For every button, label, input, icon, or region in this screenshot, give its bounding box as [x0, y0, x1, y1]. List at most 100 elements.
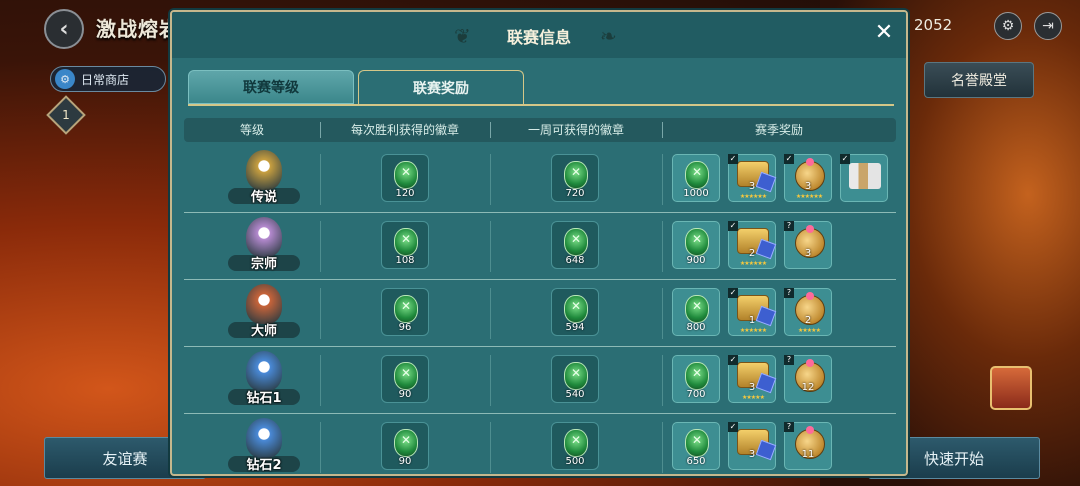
column-divider	[490, 355, 491, 406]
rank-cell: 钻石2	[218, 418, 310, 474]
per-week-badge: 594	[551, 288, 599, 336]
column-divider	[490, 221, 491, 272]
extra-reward[interactable]: ✓	[840, 154, 888, 202]
leaf-ornament-right-icon: ❧	[600, 24, 617, 48]
badge-gem-icon	[564, 429, 588, 457]
reward-status-icon: ?	[784, 422, 794, 432]
badge-gem-icon	[685, 295, 709, 323]
badge-gem-icon	[685, 161, 709, 189]
tab-league-level[interactable]: 联赛等级	[188, 70, 354, 104]
table-row: 宗师 108 648 900 2★★★★★★ ✓ 3?	[184, 213, 896, 280]
reward-count: 3	[804, 181, 812, 192]
reward-status-icon: ✓	[840, 154, 850, 164]
reward-count: 3	[748, 382, 756, 393]
exit-icon[interactable]: ⇥	[1034, 12, 1062, 40]
rank-name: 大师	[250, 324, 277, 339]
season-badge-value: 650	[686, 456, 706, 467]
reward-status-icon: ✓	[728, 422, 738, 432]
badge-gem-icon	[394, 295, 418, 323]
chest-reward-b[interactable]: 12?	[784, 355, 832, 403]
column-divider	[662, 221, 663, 272]
rank-cell: 大师	[218, 284, 310, 344]
daily-shop-button[interactable]: ⚙ 日常商店	[50, 66, 166, 92]
header-per-win: 每次胜利获得的徽章	[350, 123, 459, 137]
reward-status-icon: ✓	[784, 154, 794, 164]
star-rating: ★★★★★	[798, 327, 821, 334]
per-week-badge: 540	[551, 355, 599, 403]
per-week-badge: 648	[551, 221, 599, 269]
column-divider	[662, 355, 663, 406]
star-rating: ★★★★★★	[739, 193, 767, 200]
gold-count: 2052	[914, 16, 953, 34]
honor-hall-tab[interactable]: 名誉殿堂	[924, 62, 1034, 98]
back-button[interactable]: ‹	[44, 9, 84, 49]
level-badge: 1	[46, 95, 86, 135]
per-week-value: 540	[565, 389, 585, 400]
badge-gem-icon	[685, 362, 709, 390]
rank-emblem-icon	[246, 284, 282, 324]
treasure-chest-icon[interactable]	[990, 366, 1032, 410]
reward-count: 11	[801, 449, 815, 460]
settings-icon[interactable]: ⚙	[994, 12, 1022, 40]
chest-reward-a[interactable]: 3 ★★★★★ ✓	[728, 355, 776, 403]
season-badge-reward: 900	[672, 221, 720, 269]
badge-gem-icon	[564, 295, 588, 323]
per-win-badge: 90	[381, 422, 429, 470]
rank-emblem-icon	[246, 150, 282, 190]
rank-emblem-icon	[246, 217, 282, 257]
season-badge-value: 900	[686, 255, 706, 266]
chest-reward-a[interactable]: 2 ★★★★★★ ✓	[728, 221, 776, 269]
chest-reward-b[interactable]: 2 ★★★★★?	[784, 288, 832, 336]
tab-underline	[188, 104, 894, 106]
rank-cell: 钻石1	[218, 351, 310, 411]
column-divider	[490, 288, 491, 339]
chest-reward-a[interactable]: 3 ★★★★★★ ✓	[728, 154, 776, 202]
close-icon[interactable]: ✕	[872, 20, 896, 45]
table-header: 等级 每次胜利获得的徽章 一周可获得的徽章 赛季奖励	[184, 118, 896, 142]
chest-reward-b[interactable]: 11?	[784, 422, 832, 470]
reward-status-icon: ✓	[728, 154, 738, 164]
rank-cell: 传说	[218, 150, 310, 210]
chest-reward-b[interactable]: 3?	[784, 221, 832, 269]
badge-gem-icon	[685, 228, 709, 256]
per-week-value: 648	[565, 255, 585, 266]
tab-league-rewards[interactable]: 联赛奖励	[358, 70, 524, 104]
badge-gem-icon	[394, 161, 418, 189]
reward-count: 2	[748, 248, 756, 259]
reward-status-icon: ✓	[728, 288, 738, 298]
column-divider	[320, 288, 321, 339]
modal-title: 联赛信息	[506, 28, 571, 47]
season-badge-value: 700	[686, 389, 706, 400]
per-win-badge: 120	[381, 154, 429, 202]
reward-status-icon: ?	[784, 221, 794, 231]
per-win-badge: 108	[381, 221, 429, 269]
per-week-value: 720	[565, 188, 585, 199]
star-rating: ★★★★★★	[739, 327, 767, 334]
column-divider	[662, 288, 663, 339]
header-per-week: 一周可获得的徽章	[527, 123, 624, 137]
badge-gem-icon	[564, 362, 588, 390]
badge-gem-icon	[564, 228, 588, 256]
reward-status-icon: ?	[784, 288, 794, 298]
per-win-value: 120	[395, 188, 415, 199]
badge-gem-icon	[685, 429, 709, 457]
per-win-value: 108	[395, 255, 415, 266]
badge-gem-icon	[394, 362, 418, 390]
rank-emblem-icon	[246, 351, 282, 391]
per-week-value: 500	[565, 456, 585, 467]
badge-gem-icon	[394, 429, 418, 457]
daily-shop-label: 日常商店	[81, 72, 130, 87]
table-row: 传说12072010003★★★★★★✓3★★★★★★✓✓	[184, 146, 896, 213]
column-divider	[662, 154, 663, 205]
reward-count: 3	[748, 449, 756, 460]
chest-reward-a[interactable]: 1 ★★★★★★ ✓	[728, 288, 776, 336]
reward-count: 2	[804, 315, 812, 326]
per-win-badge: 90	[381, 355, 429, 403]
per-week-badge: 720	[551, 154, 599, 202]
star-rating: ★★★★★★	[795, 193, 823, 200]
season-badge-reward: 650	[672, 422, 720, 470]
table-row: 钻石1 90 540 700 3★★★★★ ✓ 12?	[184, 347, 896, 414]
chest-reward-a[interactable]: 3 ✓	[728, 422, 776, 470]
chest-reward-b[interactable]: 3 ★★★★★★ ✓	[784, 154, 832, 202]
reward-status-icon: ✓	[728, 221, 738, 231]
